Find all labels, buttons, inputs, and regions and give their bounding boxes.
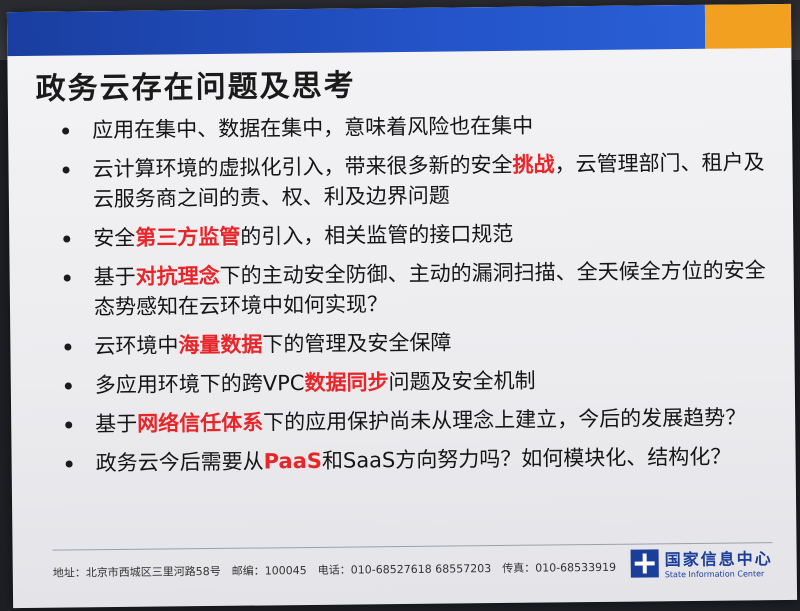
bullet-text: 基于: [93, 264, 136, 290]
highlight-text: 挑战: [512, 152, 555, 177]
bullet-dot-icon: [63, 235, 71, 243]
bullet-list: 应用在集中、数据在集中，意味着风险也在集中 云计算环境的虚拟化引入，带来很多新的安…: [56, 108, 780, 488]
bullet-text: 下的应用保护尚未从理念上建立，今后的发展趋势？: [263, 405, 747, 435]
bullet-text: 云计算环境的虚拟化引入，带来很多新的安全: [92, 152, 513, 182]
bullet-item: 多应用环境下的跨VPC数据同步问题及安全机制: [59, 363, 779, 401]
bullet-text: 云环境中: [94, 333, 179, 359]
bullet-text: 和SaaS方向努力吗？如何模块化、结构化？: [321, 444, 732, 473]
bullet-dot-icon: [62, 127, 70, 135]
bullet-text: 应用在集中、数据在集中，意味着风险也在集中: [92, 113, 534, 143]
bullet-dot-icon: [64, 343, 72, 351]
bullet-text: 政务云今后需要从: [95, 449, 264, 476]
footer-address: 地址：北京市西城区三里河路58号 邮编：100045 电话：010-685276…: [52, 560, 617, 580]
bullet-text: 多应用环境下的跨VPC: [94, 371, 305, 398]
bullet-text: 下的管理及安全保障: [262, 330, 452, 357]
bullet-item: 云环境中海量数据下的管理及安全保障: [58, 324, 778, 362]
highlight-text: 对抗理念: [135, 263, 220, 289]
bullet-item: 基于对抗理念下的主动安全防御、主动的漏洞扫描、全天候全方位的安全态势感知在云环境…: [58, 255, 779, 323]
bullet-dot-icon: [65, 460, 73, 468]
bullet-dot-icon: [62, 166, 70, 174]
bullet-text: 的引入，相关监管的接口规范: [240, 221, 514, 249]
logo-english-name: State Information Center: [664, 569, 765, 580]
logo-mark-icon: [630, 548, 659, 578]
presentation-slide: 政务云存在问题及思考 应用在集中、数据在集中，意味着风险也在集中 云计算环境的虚拟…: [6, 3, 798, 609]
top-bar-orange: [704, 3, 792, 49]
top-bar-blue: [6, 4, 706, 57]
slide-title: 政务云存在问题及思考: [35, 68, 356, 107]
slide-top-bar: [6, 3, 792, 57]
bullet-item: 云计算环境的虚拟化引入，带来很多新的安全挑战，云管理部门、租户及云服务商之间的责…: [56, 147, 777, 215]
bullet-dot-icon: [65, 421, 73, 429]
slide-footer: 地址：北京市西城区三里河路58号 邮编：100045 电话：010-685276…: [52, 542, 773, 591]
highlight-text: 网络信任体系: [137, 410, 264, 436]
bullet-item: 应用在集中、数据在集中，意味着风险也在集中: [56, 108, 776, 146]
highlight-text: 海量数据: [178, 332, 263, 358]
bullet-item: 政务云今后需要从PaaS和SaaS方向努力吗？如何模块化、结构化？: [59, 441, 779, 479]
bullet-text: 安全: [93, 225, 136, 251]
bullet-text: 基于: [95, 411, 138, 437]
highlight-text: PaaS: [263, 448, 323, 474]
bullet-item: 安全第三方监管的引入，相关监管的接口规范: [57, 216, 777, 254]
highlight-text: 数据同步: [304, 370, 389, 396]
bullet-text: 问题及安全机制: [388, 368, 536, 395]
highlight-text: 第三方监管: [135, 224, 241, 250]
logo-chinese-name: 国家信息中心: [664, 549, 773, 570]
bullet-dot-icon: [64, 382, 72, 390]
bullet-dot-icon: [63, 274, 71, 282]
organization-logo: 国家信息中心 State Information Center: [630, 545, 773, 580]
bullet-item: 基于网络信任体系下的应用保护尚未从理念上建立，今后的发展趋势？: [59, 402, 779, 440]
